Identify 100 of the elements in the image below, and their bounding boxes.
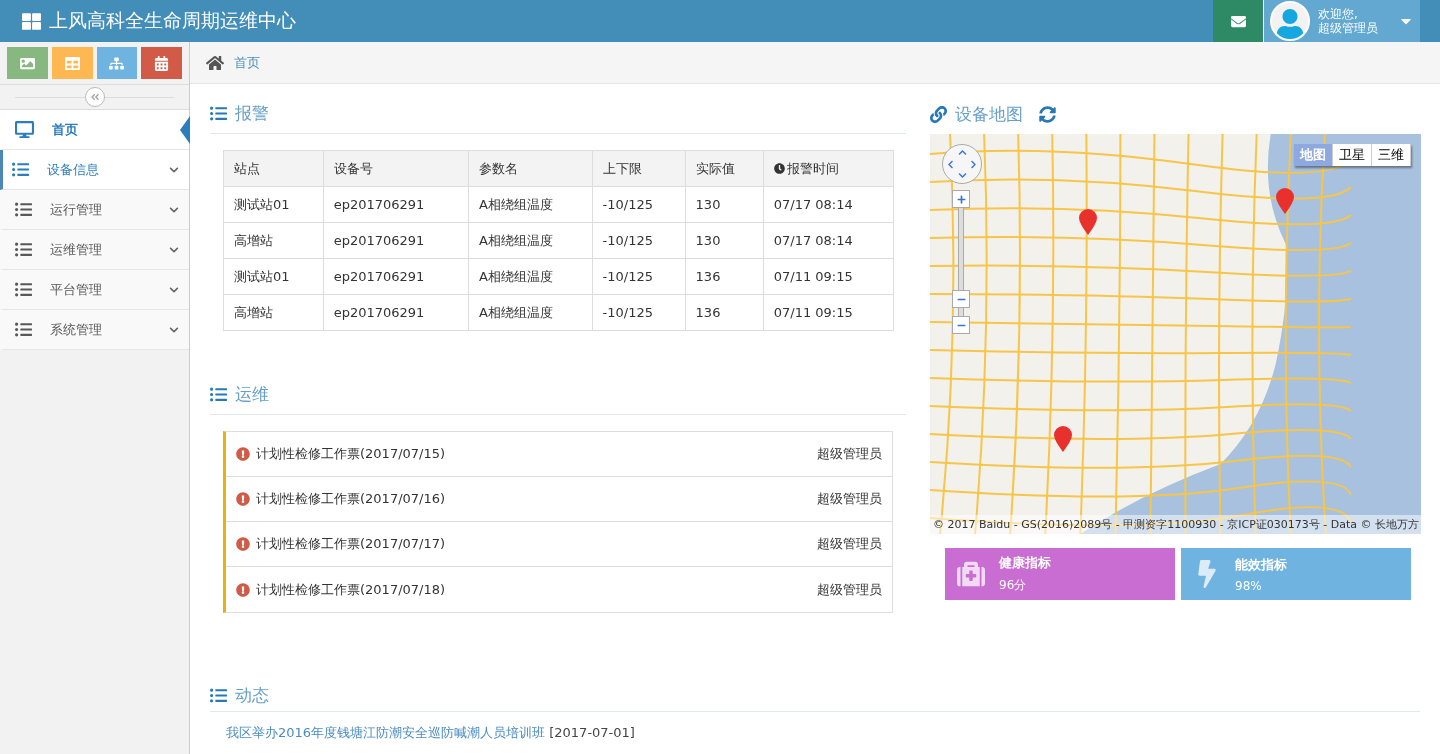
- sidebar-item[interactable]: 系统管理: [0, 310, 189, 350]
- zoom-out-button[interactable]: [952, 316, 970, 334]
- plus-icon: [956, 194, 966, 204]
- chevron-down-icon: [169, 324, 179, 335]
- list-icon: [15, 321, 32, 338]
- work-order-link[interactable]: 计划性检修工作票(2017/07/17): [256, 535, 811, 553]
- monitor-icon: [15, 120, 34, 139]
- table-cell: -10/125: [592, 294, 686, 331]
- warning-icon: [236, 447, 250, 461]
- chevron-up-icon: [958, 148, 967, 157]
- work-order-link[interactable]: 计划性检修工作票(2017/07/16): [256, 490, 811, 508]
- owner-name: 超级管理员: [817, 535, 882, 553]
- table-cell: 07/11 09:15: [763, 294, 894, 331]
- table-cell: 130: [685, 186, 764, 223]
- warning-icon: [236, 537, 250, 551]
- work-order-link[interactable]: 计划性检修工作票(2017/07/15): [256, 445, 811, 463]
- section-title: 设备地图: [955, 102, 1023, 126]
- work-order-link[interactable]: 计划性检修工作票(2017/07/18): [256, 580, 811, 599]
- chevron-down-icon: [169, 164, 179, 175]
- owner-name: 超级管理员: [817, 490, 882, 508]
- chevron-down-icon: [958, 171, 967, 180]
- owner-name: 超级管理员: [817, 445, 882, 463]
- column-header: 实际值: [685, 150, 764, 187]
- grid-icon: [22, 11, 41, 31]
- table-cell: 130: [685, 222, 764, 259]
- section-title: 动态: [235, 684, 269, 707]
- double-chevron-left-icon: [89, 92, 100, 102]
- owner-name: 超级管理员: [817, 580, 882, 599]
- refresh-icon[interactable]: [1039, 105, 1056, 123]
- app-title: 上风高科全生命周期运维中心: [49, 8, 296, 33]
- sidebar-item[interactable]: 首页: [0, 110, 189, 150]
- table-cell: ep201706291: [323, 258, 469, 295]
- map-pin-icon[interactable]: [1079, 209, 1097, 235]
- chevron-down-icon: [169, 244, 179, 255]
- column-header: 上下限: [592, 150, 686, 187]
- table-cell: A相绕组温度: [468, 222, 593, 259]
- table-cell: 高增站: [223, 294, 324, 331]
- list-icon: [15, 281, 32, 298]
- map-attribution: © 2017 Baidu - GS(2016)2089号 - 甲测资字1100930 - 京ICP证030173号 - Data © 长地万方: [930, 515, 1421, 534]
- shortcut-button[interactable]: [51, 47, 93, 79]
- table-cell: 136: [685, 258, 764, 295]
- table-cell: ep201706291: [323, 186, 469, 223]
- map-pin-icon[interactable]: [1276, 188, 1294, 214]
- mail-icon: [1230, 13, 1246, 29]
- sitemap-icon: [109, 55, 125, 71]
- section-title: 运维: [235, 383, 269, 406]
- picture-icon: [19, 55, 35, 71]
- collapse-button[interactable]: [84, 87, 105, 107]
- table-cell: -10/125: [592, 186, 686, 223]
- stat-title: 健康指标: [999, 554, 1051, 572]
- column-header: 站点: [223, 150, 324, 187]
- table-cell: A相绕组温度: [468, 294, 593, 331]
- sidebar-item[interactable]: 平台管理: [0, 270, 189, 310]
- map-pin-icon[interactable]: [1054, 426, 1072, 452]
- sidebar-item[interactable]: 运维管理: [0, 230, 189, 270]
- list-icon: [210, 386, 227, 403]
- table-cell: A相绕组温度: [468, 186, 593, 223]
- link-icon: [930, 105, 947, 123]
- list-icon: [15, 201, 32, 218]
- shortcut-button[interactable]: [96, 47, 138, 79]
- map-type-button[interactable]: 三维: [1372, 144, 1411, 166]
- chevron-left-icon: [946, 160, 955, 169]
- chevron-down-icon: [169, 284, 179, 295]
- zoom-slider-handle[interactable]: [952, 290, 970, 308]
- table-icon: [64, 55, 80, 71]
- medical-kit-icon: [957, 560, 985, 588]
- map-type-button[interactable]: 卫星: [1333, 144, 1372, 166]
- sidebar-item[interactable]: 设备信息: [0, 150, 189, 190]
- column-header: 报警时间: [763, 150, 894, 187]
- mail-button[interactable]: [1213, 0, 1263, 42]
- shortcut-button[interactable]: [141, 47, 182, 79]
- zoom-in-button[interactable]: [952, 190, 970, 208]
- list-icon: [15, 241, 32, 258]
- table-cell: 136: [685, 294, 764, 331]
- list-icon: [210, 687, 227, 704]
- table-cell: 07/11 09:15: [763, 258, 894, 295]
- table-cell: 高增站: [223, 222, 324, 259]
- column-header: 设备号: [323, 150, 469, 187]
- table-cell: -10/125: [592, 258, 686, 295]
- table-cell: ep201706291: [323, 294, 469, 331]
- table-cell: 07/17 08:14: [763, 222, 894, 259]
- column-header: 参数名: [468, 150, 593, 187]
- stat-value: 96分: [999, 577, 1028, 594]
- table-cell: 07/17 08:14: [763, 186, 894, 223]
- table-cell: 测试站01: [223, 186, 324, 223]
- home-icon: [206, 53, 224, 72]
- chevron-down-icon: [169, 204, 179, 215]
- sidebar-item[interactable]: 运行管理: [0, 190, 189, 230]
- table-cell: -10/125: [592, 222, 686, 259]
- table-cell: ep201706291: [323, 222, 469, 259]
- stat-title: 能效指标: [1235, 555, 1287, 574]
- clock-icon: [773, 162, 785, 174]
- news-link[interactable]: 我区举办2016年度钱塘江防潮安全巡防喊潮人员培训班 [2017-07-01]: [226, 724, 1404, 742]
- warning-icon: [236, 492, 250, 506]
- list-icon: [210, 105, 227, 122]
- stat-value: 98%: [1235, 578, 1263, 593]
- calendar-icon: [154, 55, 170, 71]
- warning-icon: [236, 582, 250, 597]
- shortcut-button[interactable]: [7, 47, 48, 79]
- table-cell: A相绕组温度: [468, 258, 593, 295]
